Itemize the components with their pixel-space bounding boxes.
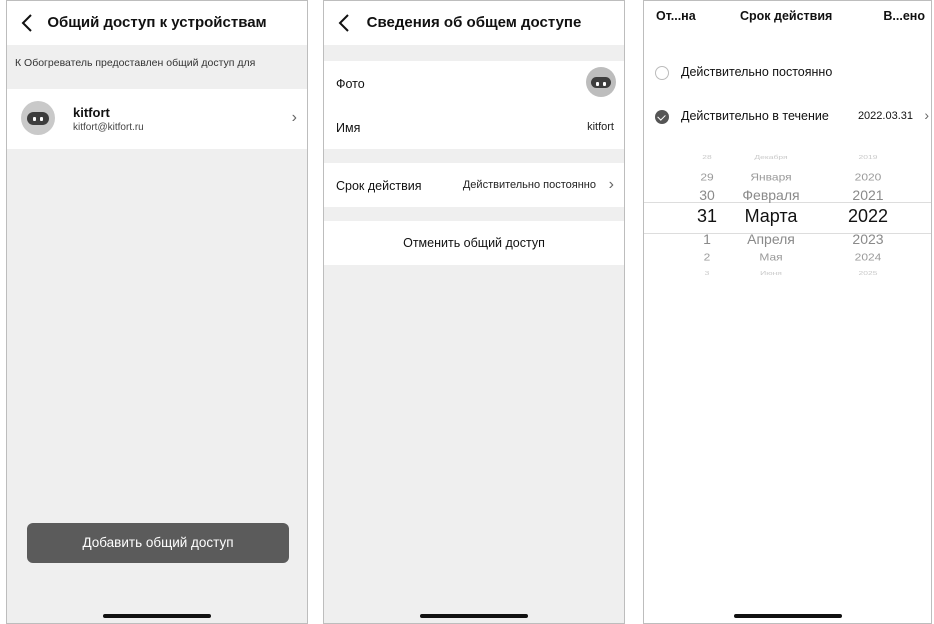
- navbar: Сведения об общем доступе: [324, 1, 624, 45]
- picker-month[interactable]: Июня: [731, 270, 811, 276]
- share-devices-screen: Общий доступ к устройствам К Обогревател…: [6, 0, 308, 624]
- picker-year[interactable]: 2019: [843, 154, 893, 160]
- picker-day[interactable]: 3: [687, 270, 727, 276]
- name-label: Имя: [336, 121, 361, 135]
- home-indicator: [103, 614, 211, 618]
- page-title: Сведения об общем доступе: [366, 14, 582, 31]
- photo-row: Фото: [324, 61, 624, 105]
- validity-row[interactable]: Срок действия Действительно постоянно ›: [324, 163, 624, 207]
- picker-month[interactable]: Декабря: [731, 154, 811, 160]
- option-period[interactable]: Действительно в течение 2022.03.31 ›: [644, 103, 931, 131]
- picker-day-selected[interactable]: 31: [687, 206, 727, 227]
- home-indicator: [733, 614, 842, 618]
- picker-month[interactable]: Февраля: [731, 187, 811, 203]
- navbar: Общий доступ к устройствам: [7, 1, 307, 45]
- period-date: 2022.03.31: [857, 110, 913, 122]
- page-title: Срок действия: [740, 9, 833, 23]
- option-permanent-label: Действительно постоянно: [681, 65, 833, 79]
- validity-label: Срок действия: [336, 179, 422, 193]
- picker-year[interactable]: 2025: [843, 270, 893, 276]
- option-period-label: Действительно в течение: [681, 109, 829, 123]
- picker-year[interactable]: 2021: [843, 187, 893, 203]
- name-row: Имя kitfort: [324, 105, 624, 149]
- name-value: kitfort: [587, 121, 614, 133]
- done-action[interactable]: В...ено: [883, 9, 925, 23]
- picker-month-selected[interactable]: Марта: [731, 206, 811, 227]
- date-picker[interactable]: 28 29 30 31 1 2 3 Декабря Января Февраля Марта Апре…: [644, 143, 931, 293]
- shared-user-row[interactable]: kitfort kitfort@kitfort.ru ›: [7, 89, 307, 149]
- cancel-action[interactable]: От...на: [656, 9, 696, 23]
- picker-year[interactable]: 2024: [843, 251, 893, 263]
- picker-day[interactable]: 28: [687, 154, 727, 160]
- chevron-right-icon: ›: [291, 109, 297, 126]
- chevron-right-icon: ›: [924, 107, 929, 123]
- picker-month[interactable]: Января: [731, 171, 811, 183]
- page-title: Общий доступ к устройствам: [47, 14, 267, 31]
- cancel-share-button[interactable]: Отменить общий доступ: [324, 221, 624, 265]
- picker-year[interactable]: 2020: [843, 171, 893, 183]
- picker-day[interactable]: 30: [687, 187, 727, 203]
- radio-permanent[interactable]: [655, 66, 669, 80]
- user-email: kitfort@kitfort.ru: [73, 122, 144, 133]
- home-indicator: [420, 614, 528, 618]
- add-share-button[interactable]: Добавить общий доступ: [27, 523, 289, 563]
- radio-period[interactable]: [655, 110, 669, 124]
- avatar-icon: [21, 101, 55, 135]
- shared-with-caption: К Обогреватель предоставлен общий доступ…: [15, 57, 256, 69]
- picker-year[interactable]: 2023: [843, 231, 893, 247]
- share-details-screen: Сведения об общем доступе Фото Имя kitfo…: [323, 0, 625, 624]
- validity-value: Действительно постоянно: [462, 179, 596, 191]
- picker-month[interactable]: Мая: [731, 251, 811, 263]
- avatar-icon: [586, 67, 616, 97]
- picker-day[interactable]: 2: [687, 251, 727, 263]
- picker-day[interactable]: 1: [687, 231, 727, 247]
- picker-year-selected[interactable]: 2022: [843, 206, 893, 227]
- validity-screen: От...на Срок действия В...ено Действител…: [643, 0, 932, 624]
- chevron-right-icon: ›: [608, 176, 614, 193]
- picker-day[interactable]: 29: [687, 171, 727, 183]
- user-name: kitfort: [73, 105, 110, 120]
- photo-label: Фото: [336, 77, 365, 91]
- option-permanent[interactable]: Действительно постоянно: [644, 59, 931, 87]
- picker-month[interactable]: Апреля: [731, 231, 811, 247]
